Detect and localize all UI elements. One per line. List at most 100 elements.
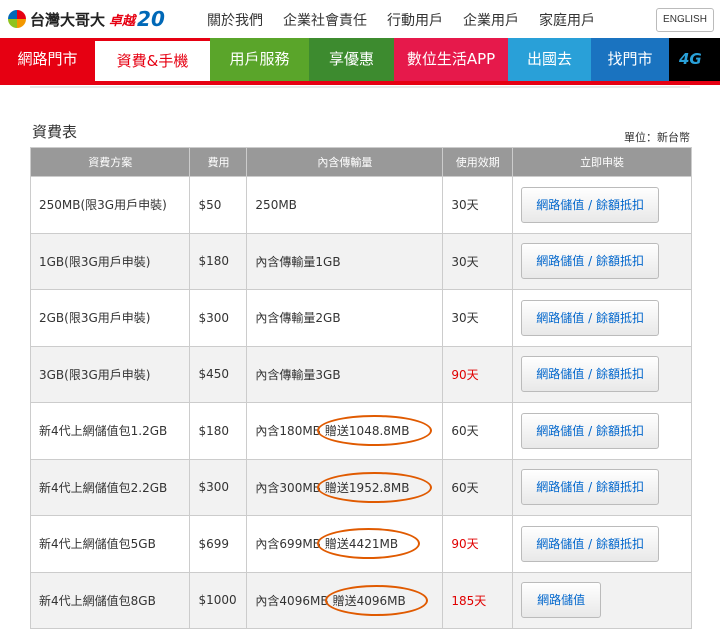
logo-icon xyxy=(8,10,26,28)
english-button[interactable]: ENGLISH xyxy=(656,8,714,32)
plan-price: $180 xyxy=(198,423,230,438)
nav-item-7[interactable]: 4G xyxy=(669,38,720,81)
plan-price: $1000 xyxy=(198,593,237,608)
nav-item-0[interactable]: 網路門市 xyxy=(0,38,95,81)
nav-item-3[interactable]: 享優惠 xyxy=(309,38,394,81)
top-link-enterprise[interactable]: 企業用戶 xyxy=(463,10,519,30)
header-apply: 立即申裝 xyxy=(512,147,692,177)
cell-data: 內含傳輸量3GB xyxy=(246,345,444,403)
cell-validity: 185天 xyxy=(442,571,514,629)
plan-data: 內含300MB xyxy=(255,480,321,495)
apply-button[interactable]: 網路儲值 / 餘額抵扣 xyxy=(521,412,660,449)
cell-data: 內含180MB 贈送1048.8MB xyxy=(246,402,444,460)
logo-text: 台灣大哥大 xyxy=(30,10,106,29)
cell-validity: 90天 xyxy=(442,515,514,573)
plan-name: 新4代上網儲值包8GB xyxy=(39,593,156,608)
header-plan: 資費方案 xyxy=(29,147,191,177)
apply-button[interactable]: 網路儲值 / 餘額抵扣 xyxy=(521,525,660,562)
apply-button[interactable]: 網路儲值 / 餘額抵扣 xyxy=(521,299,660,336)
apply-button[interactable]: 網路儲值 / 餘額抵扣 xyxy=(521,243,660,280)
cell-validity: 60天 xyxy=(442,402,514,460)
brand-logo[interactable]: 台灣大哥大 卓越 20 xyxy=(8,6,165,32)
cell-apply: 網路儲值 / 餘額抵扣 xyxy=(512,232,692,290)
cell-apply: 網路儲值 / 餘額抵扣 xyxy=(512,515,692,573)
plan-price: $180 xyxy=(198,254,230,269)
nav-item-2[interactable]: 用戶服務 xyxy=(210,38,309,81)
table-body: 250MB(限3G用戶申裝) $50 250MB 30天 網路儲值 / 餘額抵扣 1GB(… xyxy=(29,176,692,629)
top-link-about[interactable]: 關於我們 xyxy=(207,10,263,30)
table-row: 1GB(限3G用戶申裝) $180 內含傳輸量1GB 30天 網路儲值 / 餘額抵扣 xyxy=(29,232,692,290)
plan-bonus: 贈送4096MB xyxy=(332,593,406,608)
header-data: 內含傳輸量 xyxy=(246,147,444,177)
title-row: 資費表 單位：新台幣 xyxy=(30,95,694,147)
plan-name: 新4代上網儲值包5GB xyxy=(39,537,156,552)
plan-name: 250MB(限3G用戶申裝) xyxy=(39,198,167,213)
plan-validity: 185天 xyxy=(451,593,487,608)
cell-data: 內含4096MB 贈送4096MB xyxy=(246,571,444,629)
divider xyxy=(30,86,690,88)
plan-price: $699 xyxy=(198,536,230,551)
plan-bonus: 贈送1952.8MB xyxy=(324,480,410,495)
top-links: 關於我們 企業社會責任 行動用戶 企業用戶 家庭用戶 xyxy=(207,10,615,30)
plan-data: 內含4096MB xyxy=(255,593,329,608)
plan-price: $50 xyxy=(198,197,222,212)
cell-price: $450 xyxy=(189,345,248,403)
table-header-row: 資費方案 費用 內含傳輸量 使用效期 立即申裝 xyxy=(29,147,692,177)
bonus-highlight: 贈送1048.8MB xyxy=(316,415,432,447)
apply-button[interactable]: 網路儲值 xyxy=(521,582,602,619)
table-row: 新4代上網儲值包5GB $699 內含699MB 贈送4421MB 90天 網路儲值 / … xyxy=(29,515,692,573)
cell-price: $180 xyxy=(189,402,248,460)
nav-underline xyxy=(0,81,720,85)
top-link-mobile[interactable]: 行動用戶 xyxy=(387,10,443,30)
cell-validity: 30天 xyxy=(442,232,514,290)
cell-apply: 網路儲值 / 餘額抵扣 xyxy=(512,402,692,460)
cell-validity: 30天 xyxy=(442,289,514,347)
cell-plan: 新4代上網儲值包1.2GB xyxy=(29,402,191,460)
nav-item-4[interactable]: 數位生活APP xyxy=(394,38,508,81)
cell-apply: 網路儲值 xyxy=(512,571,692,629)
top-header: 台灣大哥大 卓越 20 關於我們 企業社會責任 行動用戶 企業用戶 家庭用戶 E… xyxy=(0,0,720,38)
plan-validity: 90天 xyxy=(451,367,479,382)
plan-validity: 60天 xyxy=(451,480,479,495)
plan-validity: 30天 xyxy=(451,311,479,326)
table-row: 3GB(限3G用戶申裝) $450 內含傳輸量3GB 90天 網路儲值 / 餘額抵扣 xyxy=(29,345,692,403)
cell-price: $699 xyxy=(189,515,248,573)
bonus-highlight: 贈送4421MB xyxy=(316,528,421,560)
page-title: 資費表 xyxy=(32,123,78,141)
cell-data: 內含傳輸量1GB xyxy=(246,232,444,290)
cell-price: $300 xyxy=(189,289,248,347)
cell-apply: 網路儲值 / 餘額抵扣 xyxy=(512,458,692,516)
table-row: 250MB(限3G用戶申裝) $50 250MB 30天 網路儲值 / 餘額抵扣 xyxy=(29,176,692,234)
top-link-csr[interactable]: 企業社會責任 xyxy=(283,10,367,30)
plan-bonus: 贈送1048.8MB xyxy=(324,424,410,439)
plan-name: 1GB(限3G用戶申裝) xyxy=(39,254,151,269)
logo-number: 20 xyxy=(137,7,165,31)
top-link-home[interactable]: 家庭用戶 xyxy=(539,10,595,30)
plan-price: $300 xyxy=(198,310,230,325)
nav-item-6[interactable]: 找門市 xyxy=(591,38,669,81)
plan-validity: 30天 xyxy=(451,254,479,269)
apply-button[interactable]: 網路儲值 / 餘額抵扣 xyxy=(521,469,660,506)
logo-sub: 卓越 xyxy=(109,13,136,29)
plan-name: 新4代上網儲值包1.2GB xyxy=(39,424,168,439)
rate-table: 資費方案 費用 內含傳輸量 使用效期 立即申裝 250MB(限3G用戶申裝) $5… xyxy=(29,147,692,629)
plan-name: 2GB(限3G用戶申裝) xyxy=(39,311,151,326)
cell-plan: 2GB(限3G用戶申裝) xyxy=(29,289,191,347)
plan-name: 3GB(限3G用戶申裝) xyxy=(39,367,151,382)
nav-item-5[interactable]: 出國去 xyxy=(508,38,591,81)
apply-button[interactable]: 網路儲值 / 餘額抵扣 xyxy=(521,356,660,393)
table-row: 新4代上網儲值包2.2GB $300 內含300MB 贈送1952.8MB 60天 網路儲… xyxy=(29,458,692,516)
header-price: 費用 xyxy=(189,147,248,177)
cell-validity: 30天 xyxy=(442,176,514,234)
bonus-highlight: 贈送1952.8MB xyxy=(316,471,432,503)
cell-apply: 網路儲值 / 餘額抵扣 xyxy=(512,176,692,234)
nav-item-1[interactable]: 資費&手機 xyxy=(95,38,210,81)
cell-price: $50 xyxy=(189,176,248,234)
cell-plan: 新4代上網儲值包2.2GB xyxy=(29,458,191,516)
bonus-highlight: 贈送4096MB xyxy=(324,584,428,616)
plan-data: 內含傳輸量3GB xyxy=(255,367,341,382)
cell-data: 250MB xyxy=(246,176,444,234)
plan-data: 內含699MB xyxy=(255,537,321,552)
cell-validity: 90天 xyxy=(442,345,514,403)
apply-button[interactable]: 網路儲值 / 餘額抵扣 xyxy=(521,186,660,223)
